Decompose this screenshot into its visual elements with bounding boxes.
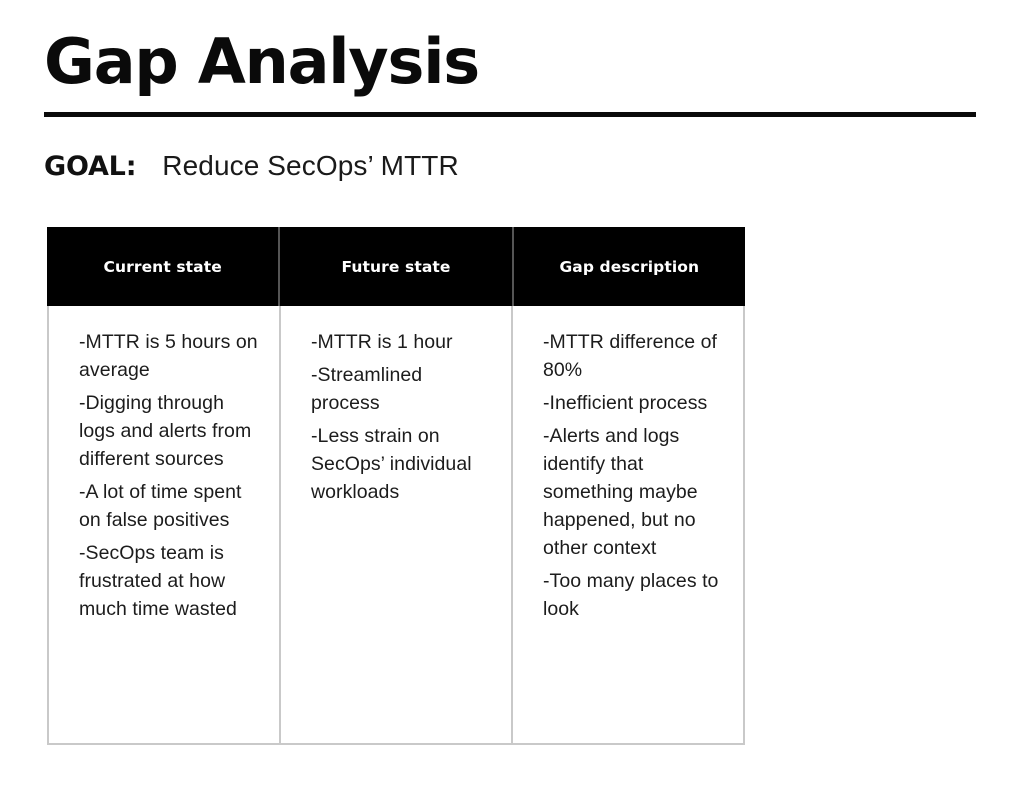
table-header-current-state: Current state: [47, 227, 281, 306]
table-cell-current-state: -MTTR is 5 hours on average -Digging thr…: [49, 306, 281, 743]
table-header-future-state: Future state: [280, 227, 514, 306]
goal-label: GOAL:: [44, 151, 137, 182]
table-body-row: -MTTR is 5 hours on average -Digging thr…: [47, 306, 745, 745]
list-item: -Too many places to look: [543, 570, 719, 620]
gap-analysis-table: Current state Future state Gap descripti…: [47, 227, 745, 745]
list-item: -A lot of time spent on false positives: [79, 481, 242, 531]
page-title: Gap Analysis: [44, 25, 480, 98]
list-item: -Streamlined process: [311, 364, 423, 414]
goal-row: GOAL: Reduce SecOps’ MTTR: [44, 149, 459, 184]
list-item: -MTTR is 1 hour: [311, 331, 453, 353]
list-item: -MTTR difference of 80%: [543, 331, 717, 381]
slide-canvas: Gap Analysis GOAL: Reduce SecOps’ MTTR C…: [0, 0, 1024, 791]
list-item: -MTTR is 5 hours on average: [79, 331, 258, 381]
goal-statement: Reduce SecOps’ MTTR: [162, 150, 459, 181]
table-cell-gap-description: -MTTR difference of 80% -Inefficient pro…: [513, 306, 743, 743]
table-header-gap-description: Gap description: [559, 257, 700, 276]
list-item: -Digging through logs and alerts from di…: [79, 392, 252, 470]
table-header-row: Current state Future state Gap descripti…: [47, 227, 745, 306]
list-item: -SecOps team is frustrated at how much t…: [79, 542, 237, 620]
list-item: -Alerts and logs identify that something…: [543, 425, 698, 559]
list-item: -Inefficient process: [543, 392, 708, 414]
list-item: -Less strain on SecOps’ individual workl…: [311, 425, 472, 503]
table-cell-future-state: -MTTR is 1 hour -Streamlined process -Le…: [281, 306, 513, 743]
title-divider: [44, 112, 976, 117]
